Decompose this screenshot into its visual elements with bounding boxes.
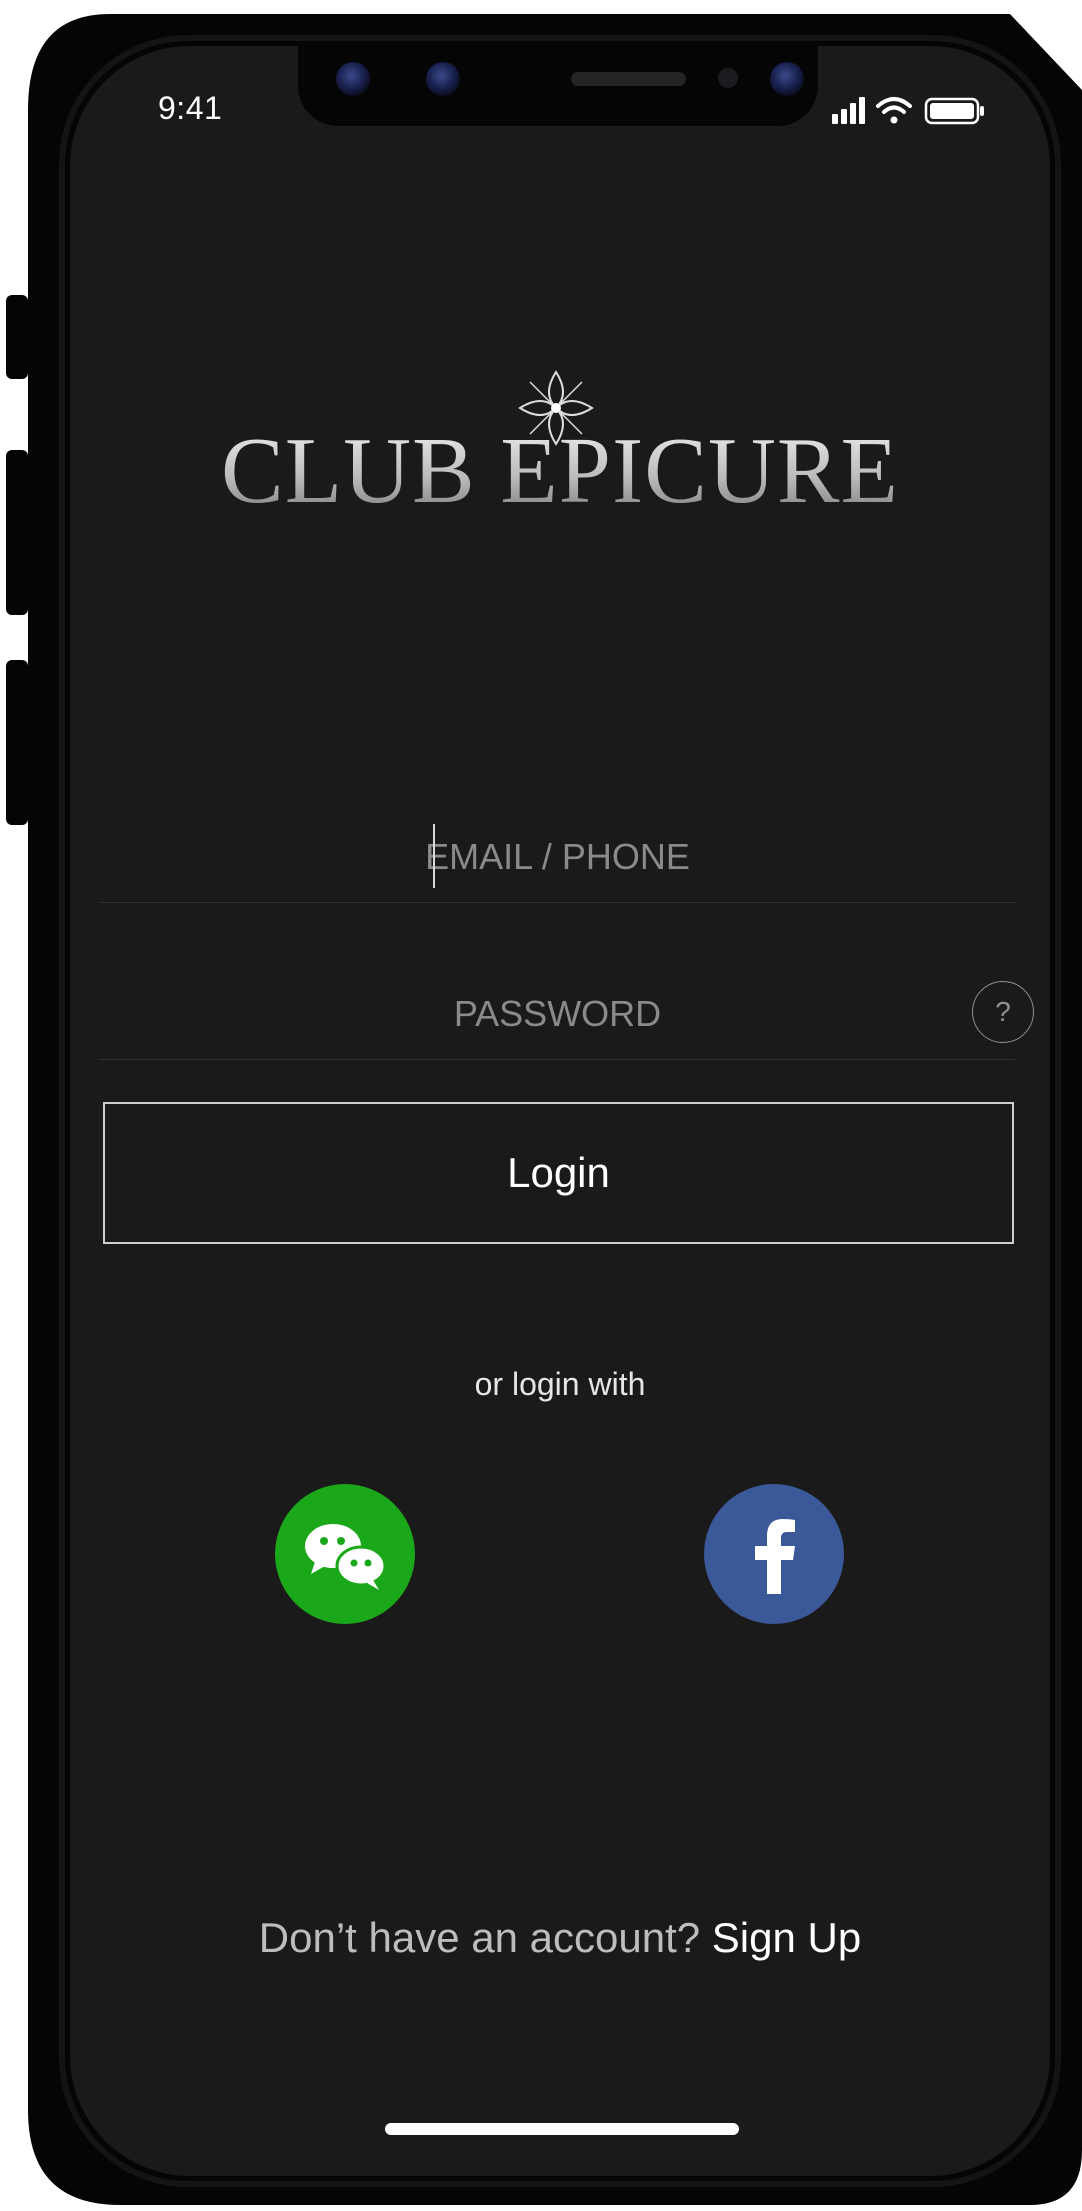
- volume-up-button: [6, 450, 28, 615]
- brand-name: CLUB EPICURE: [70, 416, 1050, 526]
- volume-down-button: [6, 660, 28, 825]
- mute-switch: [6, 295, 28, 379]
- password-input[interactable]: [100, 969, 1015, 1059]
- facebook-login-button[interactable]: [704, 1484, 844, 1624]
- login-button[interactable]: Login: [103, 1102, 1014, 1244]
- signup-link[interactable]: Sign Up: [712, 1914, 861, 1961]
- help-icon[interactable]: ?: [972, 981, 1034, 1043]
- app-screen: 9:41 CLUB EPICURE EMAIL / PHONE ? Login …: [70, 46, 1050, 2176]
- brand-logo: [238, 370, 875, 446]
- social-login-prompt: or login with: [474, 1366, 646, 1402]
- facebook-icon: [755, 1519, 795, 1594]
- email-field-row: [100, 812, 1015, 903]
- text-cursor: [433, 824, 435, 888]
- signup-row: Don’t have an account? Sign Up: [70, 1914, 1050, 1962]
- wechat-icon: [305, 1524, 387, 1590]
- email-phone-input[interactable]: [100, 812, 1015, 902]
- password-field-row: ?: [100, 969, 1034, 1060]
- home-indicator[interactable]: [385, 2123, 739, 2135]
- phone-frame: 9:41 CLUB EPICURE EMAIL / PHONE ? Login …: [0, 0, 1082, 2211]
- wechat-login-button[interactable]: [275, 1484, 415, 1624]
- signup-prompt: Don’t have an account?: [258, 1914, 712, 1961]
